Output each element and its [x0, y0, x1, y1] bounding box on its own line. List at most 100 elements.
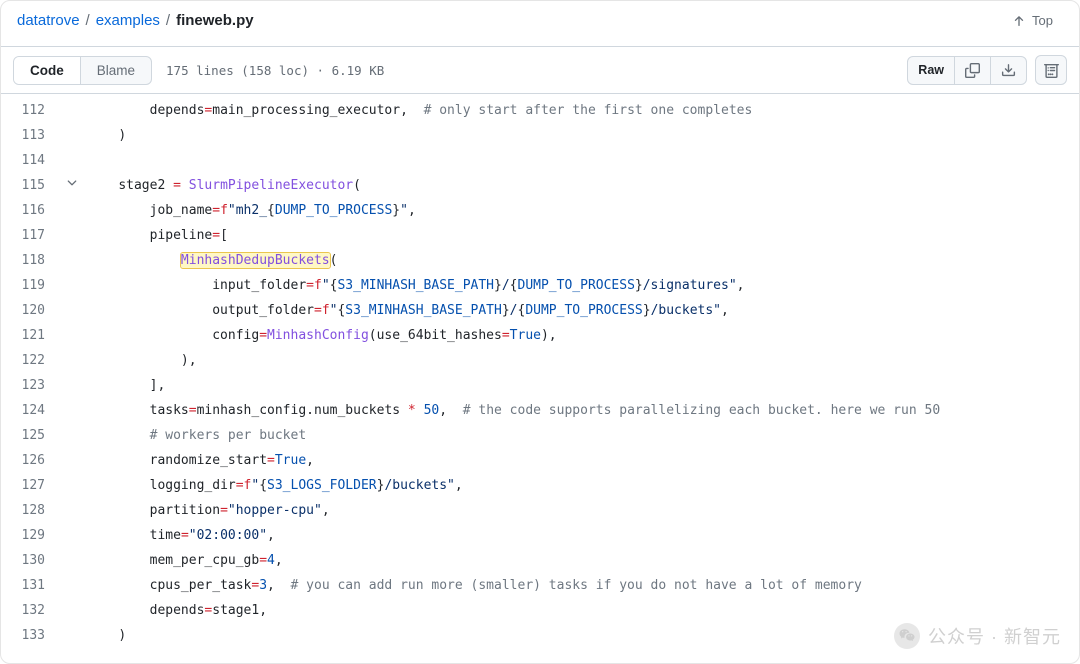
code-line[interactable]: 114	[1, 148, 1079, 173]
code-content: randomize_start=True,	[81, 448, 314, 471]
line-number[interactable]: 122	[1, 348, 63, 371]
search-highlight: MinhashDedupBuckets	[181, 253, 330, 268]
view-tabs: Code Blame	[13, 56, 152, 85]
code-line[interactable]: 115 stage2 = SlurmPipelineExecutor(	[1, 173, 1079, 198]
line-number[interactable]: 124	[1, 398, 63, 421]
code-content: output_folder=f"{S3_MINHASH_BASE_PATH}/{…	[81, 298, 729, 321]
code-content: cpus_per_task=3, # you can add run more …	[81, 573, 862, 596]
code-content: stage2 = SlurmPipelineExecutor(	[81, 173, 361, 196]
symbols-button[interactable]	[1035, 55, 1067, 85]
gutter-spacer	[63, 248, 81, 251]
gutter-spacer	[63, 298, 81, 301]
download-icon	[1001, 63, 1016, 78]
gutter-spacer	[63, 348, 81, 351]
code-content: depends=stage1,	[81, 598, 267, 621]
code-area[interactable]: 112 depends=main_processing_executor, # …	[1, 94, 1079, 656]
code-line[interactable]: 127 logging_dir=f"{S3_LOGS_FOLDER}/bucke…	[1, 473, 1079, 498]
line-number[interactable]: 129	[1, 523, 63, 546]
gutter-spacer	[63, 598, 81, 601]
raw-button[interactable]: Raw	[908, 57, 955, 84]
scroll-top-label: Top	[1032, 13, 1053, 28]
breadcrumb-sep: /	[86, 12, 90, 29]
line-number[interactable]: 121	[1, 323, 63, 346]
file-toolbar: Code Blame 175 lines (158 loc) · 6.19 KB…	[1, 46, 1079, 94]
gutter-spacer	[63, 548, 81, 551]
symbols-icon	[1044, 63, 1059, 78]
line-number[interactable]: 112	[1, 98, 63, 121]
fold-chevron-icon[interactable]	[63, 173, 81, 190]
gutter-spacer	[63, 273, 81, 276]
gutter-spacer	[63, 573, 81, 576]
code-line[interactable]: 125 # workers per bucket	[1, 423, 1079, 448]
code-line[interactable]: 126 randomize_start=True,	[1, 448, 1079, 473]
breadcrumb-mid[interactable]: examples	[96, 12, 160, 29]
code-line[interactable]: 128 partition="hopper-cpu",	[1, 498, 1079, 523]
code-line[interactable]: 113 )	[1, 123, 1079, 148]
gutter-spacer	[63, 123, 81, 126]
line-number[interactable]: 127	[1, 473, 63, 496]
breadcrumb: datatrove / examples / fineweb.py	[17, 12, 254, 29]
code-line[interactable]: 116 job_name=f"mh2_{DUMP_TO_PROCESS}",	[1, 198, 1079, 223]
copy-button[interactable]	[955, 57, 991, 84]
code-line[interactable]: 133 )	[1, 623, 1079, 648]
gutter-spacer	[63, 423, 81, 426]
file-view-frame: datatrove / examples / fineweb.py Top Co…	[0, 0, 1080, 664]
copy-icon	[965, 63, 980, 78]
code-line[interactable]: 124 tasks=minhash_config.num_buckets * 5…	[1, 398, 1079, 423]
code-content: config=MinhashConfig(use_64bit_hashes=Tr…	[81, 323, 557, 346]
code-content: depends=main_processing_executor, # only…	[81, 98, 752, 121]
raw-group: Raw	[907, 56, 1027, 85]
code-content: mem_per_cpu_gb=4,	[81, 548, 283, 571]
code-content: ),	[81, 348, 197, 371]
code-content: ],	[81, 373, 165, 396]
code-line[interactable]: 129 time="02:00:00",	[1, 523, 1079, 548]
code-line[interactable]: 122 ),	[1, 348, 1079, 373]
line-number[interactable]: 132	[1, 598, 63, 621]
tab-code[interactable]: Code	[14, 57, 81, 84]
line-number[interactable]: 123	[1, 373, 63, 396]
gutter-spacer	[63, 373, 81, 376]
tab-blame[interactable]: Blame	[81, 57, 151, 84]
file-info: 175 lines (158 loc) · 6.19 KB	[166, 63, 384, 78]
code-line[interactable]: 117 pipeline=[	[1, 223, 1079, 248]
line-number[interactable]: 119	[1, 273, 63, 296]
line-number[interactable]: 115	[1, 173, 63, 196]
code-line[interactable]: 130 mem_per_cpu_gb=4,	[1, 548, 1079, 573]
download-button[interactable]	[991, 57, 1026, 84]
line-number[interactable]: 113	[1, 123, 63, 146]
gutter-spacer	[63, 473, 81, 476]
line-number[interactable]: 118	[1, 248, 63, 271]
code-line[interactable]: 131 cpus_per_task=3, # you can add run m…	[1, 573, 1079, 598]
line-number[interactable]: 125	[1, 423, 63, 446]
code-line[interactable]: 123 ],	[1, 373, 1079, 398]
breadcrumb-root[interactable]: datatrove	[17, 12, 80, 29]
line-number[interactable]: 130	[1, 548, 63, 571]
code-line[interactable]: 132 depends=stage1,	[1, 598, 1079, 623]
code-line[interactable]: 112 depends=main_processing_executor, # …	[1, 98, 1079, 123]
code-content: logging_dir=f"{S3_LOGS_FOLDER}/buckets",	[81, 473, 463, 496]
gutter-spacer	[63, 498, 81, 501]
line-number[interactable]: 126	[1, 448, 63, 471]
gutter-spacer	[63, 448, 81, 451]
line-number[interactable]: 114	[1, 148, 63, 171]
line-number[interactable]: 128	[1, 498, 63, 521]
line-number[interactable]: 133	[1, 623, 63, 646]
gutter-spacer	[63, 98, 81, 101]
code-content: tasks=minhash_config.num_buckets * 50, #…	[81, 398, 940, 421]
code-line[interactable]: 119 input_folder=f"{S3_MINHASH_BASE_PATH…	[1, 273, 1079, 298]
code-line[interactable]: 118 MinhashDedupBuckets(	[1, 248, 1079, 273]
breadcrumb-file: fineweb.py	[176, 12, 254, 29]
code-content: partition="hopper-cpu",	[81, 498, 330, 521]
line-number[interactable]: 117	[1, 223, 63, 246]
line-number[interactable]: 116	[1, 198, 63, 221]
breadcrumb-bar: datatrove / examples / fineweb.py Top	[1, 1, 1079, 46]
gutter-spacer	[63, 623, 81, 626]
line-number[interactable]: 120	[1, 298, 63, 321]
code-content: input_folder=f"{S3_MINHASH_BASE_PATH}/{D…	[81, 273, 744, 296]
code-content: MinhashDedupBuckets(	[81, 248, 337, 271]
code-line[interactable]: 121 config=MinhashConfig(use_64bit_hashe…	[1, 323, 1079, 348]
line-number[interactable]: 131	[1, 573, 63, 596]
gutter-spacer	[63, 223, 81, 226]
scroll-top-button[interactable]: Top	[1002, 9, 1063, 32]
code-line[interactable]: 120 output_folder=f"{S3_MINHASH_BASE_PAT…	[1, 298, 1079, 323]
